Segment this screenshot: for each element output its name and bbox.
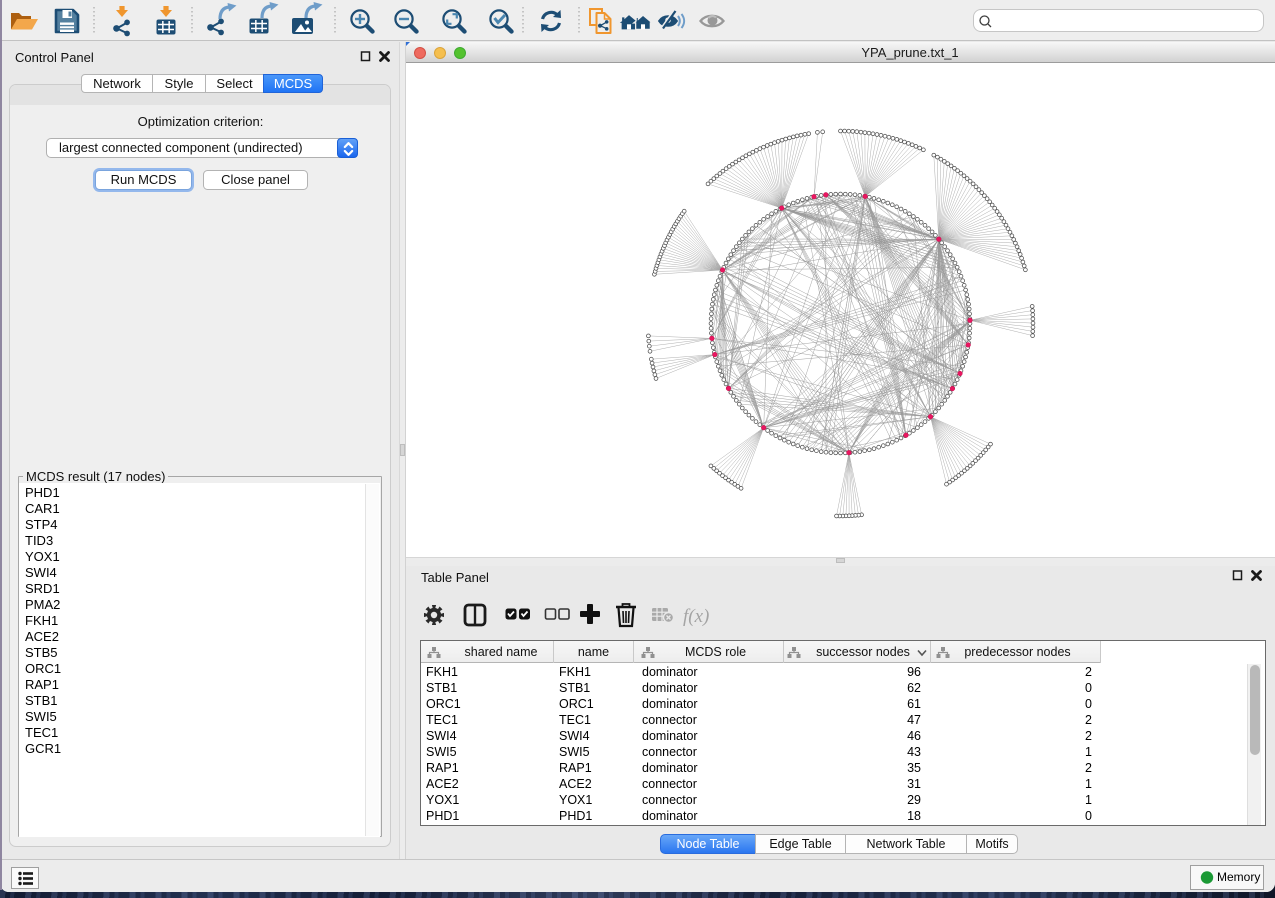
svg-text:f(x): f(x) [683,606,709,627]
